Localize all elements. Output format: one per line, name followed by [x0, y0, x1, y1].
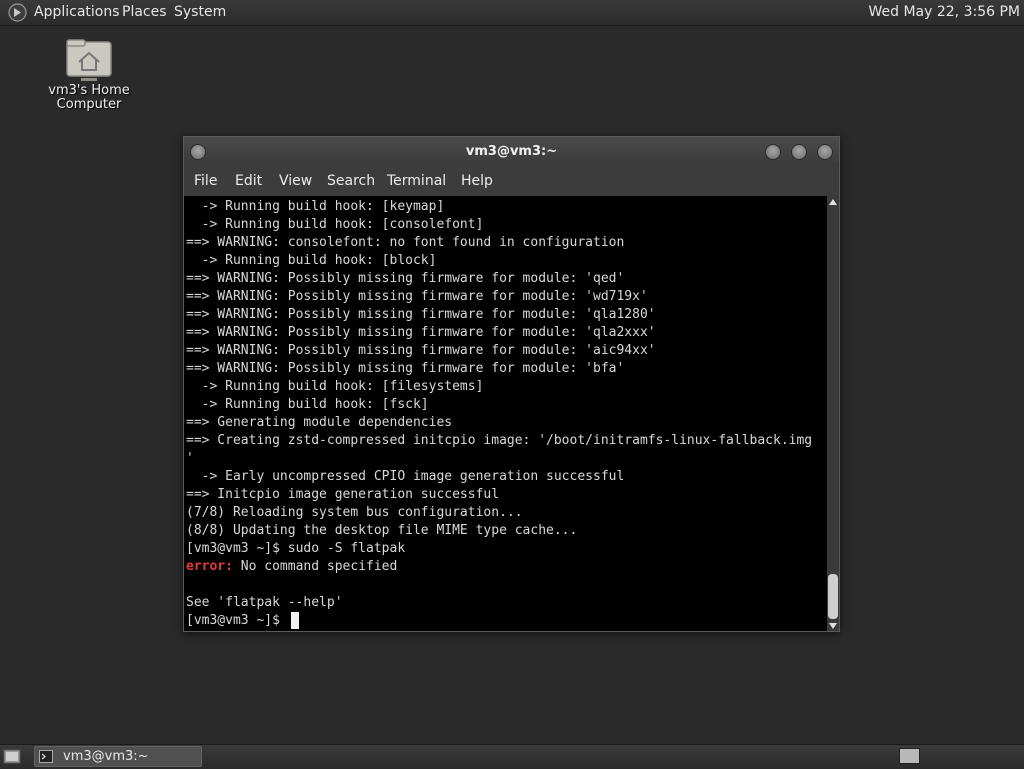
minimize-button[interactable]	[765, 144, 781, 160]
terminal-line: [vm3@vm3 ~]$ sudo -S flatpak	[186, 541, 406, 556]
terminal-line: See 'flatpak --help'	[186, 595, 343, 610]
terminal-line: -> Running build hook: [block]	[186, 253, 437, 268]
terminal-line: ==> Creating zstd-compressed initcpio im…	[186, 433, 813, 448]
menu-help[interactable]: Help	[461, 173, 493, 189]
terminal-line: ==> Initcpio image generation successful	[186, 487, 500, 502]
terminal-prompt-line: [vm3@vm3 ~]$	[186, 613, 288, 628]
terminal-output[interactable]: -> Running build hook: [keymap] -> Runni…	[184, 196, 827, 631]
maximize-button[interactable]	[791, 144, 807, 160]
desktop-icon-home[interactable]: vm3's Home Computer	[44, 36, 134, 112]
terminal-line: ==> WARNING: consolefont: no font found …	[186, 235, 625, 250]
home-folder-icon	[66, 39, 112, 81]
window-titlebar[interactable]: vm3@vm3:~	[184, 137, 839, 167]
window-menubar: File Edit View Search Terminal Help	[184, 167, 839, 195]
terminal-line: ==> WARNING: Possibly missing firmware f…	[186, 343, 656, 358]
terminal-line: ==> WARNING: Possibly missing firmware f…	[186, 361, 625, 376]
terminal-line: -> Running build hook: [consolefont]	[186, 217, 484, 232]
terminal-line: (7/8) Reloading system bus configuration…	[186, 505, 523, 520]
desktop-icon-label-2: Computer	[56, 97, 122, 112]
menu-applications[interactable]: Applications	[34, 4, 120, 20]
bottom-panel: vm3@vm3:~	[0, 744, 1024, 769]
gnome-foot-icon[interactable]	[8, 3, 27, 22]
terminal-line: '	[186, 451, 194, 466]
taskbar-terminal-button[interactable]: vm3@vm3:~	[34, 746, 202, 767]
terminal-scrollbar[interactable]	[827, 196, 839, 631]
menu-places[interactable]: Places	[122, 4, 167, 20]
text-cursor	[291, 612, 299, 629]
scroll-up-arrow-icon[interactable]	[829, 199, 837, 205]
error-prefix: error:	[186, 559, 233, 574]
menu-system[interactable]: System	[174, 4, 226, 20]
terminal-line: ==> WARNING: Possibly missing firmware f…	[186, 271, 625, 286]
menu-view[interactable]: View	[279, 173, 312, 189]
terminal-line: (8/8) Updating the desktop file MIME typ…	[186, 523, 578, 538]
top-panel: Applications Places System Wed May 22, 3…	[0, 0, 1024, 26]
clock[interactable]: Wed May 22, 3:56 PM	[869, 4, 1021, 20]
terminal-line: -> Running build hook: [filesystems]	[186, 379, 484, 394]
desktop-icon-label-1: vm3's Home	[48, 83, 130, 98]
terminal-line: -> Early uncompressed CPIO image generat…	[186, 469, 625, 484]
window-title: vm3@vm3:~	[465, 144, 558, 159]
terminal-line: ==> WARNING: Possibly missing firmware f…	[186, 325, 656, 340]
scroll-down-arrow-icon[interactable]	[829, 623, 837, 629]
terminal-window: vm3@vm3:~ File Edit View Search Terminal…	[183, 136, 840, 632]
terminal-line: -> Running build hook: [keymap]	[186, 199, 445, 214]
terminal-line: -> Running build hook: [fsck]	[186, 397, 429, 412]
terminal-line: ==> WARNING: Possibly missing firmware f…	[186, 289, 648, 304]
terminal-line: ==> Generating module dependencies	[186, 415, 453, 430]
workspace-switcher[interactable]	[899, 748, 920, 764]
menu-file[interactable]: File	[194, 173, 217, 189]
terminal-error-line: error: No command specified	[186, 558, 397, 576]
taskbar-terminal-label: vm3@vm3:~	[63, 749, 149, 764]
close-button[interactable]	[817, 144, 833, 160]
menu-edit[interactable]: Edit	[235, 173, 262, 189]
menu-terminal[interactable]: Terminal	[387, 173, 446, 189]
error-message: No command specified	[232, 559, 398, 574]
show-desktop-icon[interactable]	[3, 749, 21, 764]
scrollbar-thumb[interactable]	[828, 574, 838, 619]
terminal-icon	[39, 750, 53, 763]
menu-search[interactable]: Search	[327, 173, 375, 189]
terminal-line: ==> WARNING: Possibly missing firmware f…	[186, 307, 656, 322]
